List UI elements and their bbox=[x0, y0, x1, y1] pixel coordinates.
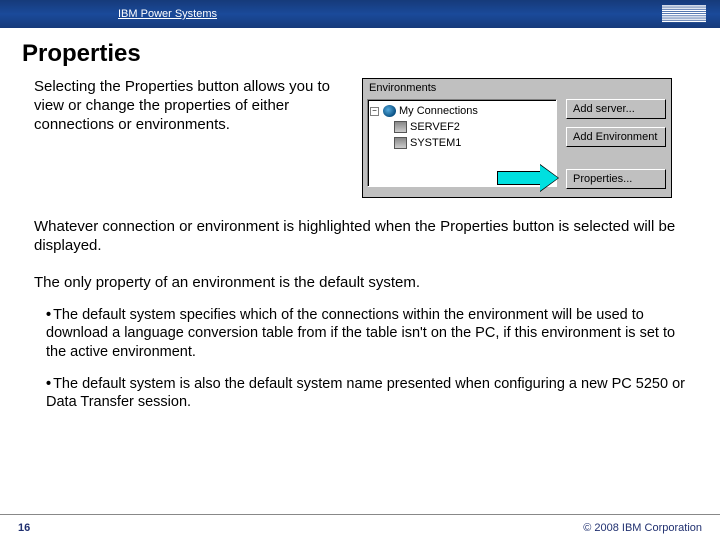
collapse-icon[interactable]: − bbox=[370, 107, 379, 116]
highlight-arrow bbox=[497, 167, 557, 189]
tree-child-label: SYSTEM1 bbox=[410, 137, 461, 149]
header-brand-text: IBM Power Systems bbox=[118, 8, 217, 20]
server-icon bbox=[394, 121, 407, 133]
bullet-text: The default system specifies which of th… bbox=[46, 307, 675, 359]
bullet-list: •The default system specifies which of t… bbox=[46, 306, 698, 411]
properties-button[interactable]: Properties... bbox=[566, 169, 666, 189]
copyright-text: © 2008 IBM Corporation bbox=[583, 522, 702, 534]
page-number: 16 bbox=[18, 522, 30, 534]
tree-child-label: SERVEF2 bbox=[410, 121, 460, 133]
tree-child-row[interactable]: SERVEF2 bbox=[370, 119, 554, 135]
page-title: Properties bbox=[22, 40, 698, 68]
bullet-icon: • bbox=[46, 376, 51, 392]
tree-root-label: My Connections bbox=[399, 105, 478, 117]
bullet-icon: • bbox=[46, 307, 51, 323]
paragraph-3: The only property of an environment is t… bbox=[34, 274, 698, 293]
footer-bar: 16 © 2008 IBM Corporation bbox=[0, 514, 720, 540]
tree-root-row[interactable]: − My Connections bbox=[370, 103, 554, 119]
server-icon bbox=[394, 137, 407, 149]
bullet-item: •The default system specifies which of t… bbox=[46, 306, 698, 360]
ibm-logo bbox=[662, 5, 706, 23]
slide-content: Properties Selecting the Properties butt… bbox=[0, 28, 720, 411]
bullet-text: The default system is also the default s… bbox=[46, 376, 685, 410]
paragraph-2: Whatever connection or environment is hi… bbox=[34, 218, 698, 256]
add-environment-button[interactable]: Add Environment bbox=[566, 127, 666, 147]
bullet-item: •The default system is also the default … bbox=[46, 375, 698, 411]
environments-label: Environments bbox=[369, 82, 436, 94]
environments-screenshot: Environments − My Connections SERVEF2 SY… bbox=[362, 78, 672, 198]
add-server-button[interactable]: Add server... bbox=[566, 99, 666, 119]
header-bar: IBM Power Systems bbox=[0, 0, 720, 28]
globe-icon bbox=[383, 105, 396, 117]
intro-paragraph: Selecting the Properties button allows y… bbox=[34, 78, 344, 198]
tree-child-row[interactable]: SYSTEM1 bbox=[370, 135, 554, 151]
